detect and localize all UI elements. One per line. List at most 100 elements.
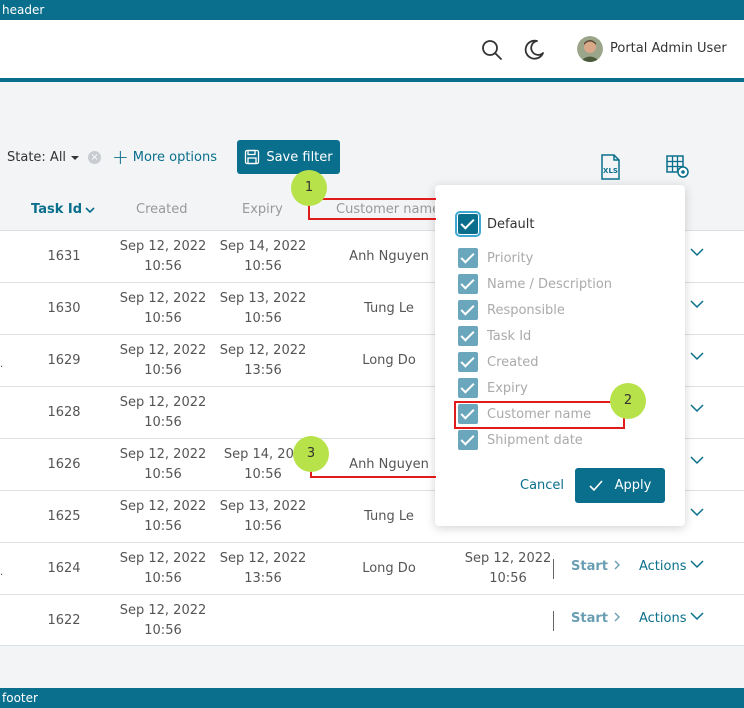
- chevron-down-icon[interactable]: [690, 401, 704, 415]
- search-icon[interactable]: [480, 38, 504, 62]
- column-option-checkbox[interactable]: [458, 300, 478, 320]
- chevron-down-icon[interactable]: [690, 505, 704, 519]
- annotation-marker-1: 1: [291, 170, 327, 206]
- expiry-cell: Sep 13, 2022 10:56: [213, 497, 313, 537]
- annotation-marker-3: 3: [293, 436, 329, 472]
- expiry-date: Sep 12, 2022: [219, 551, 307, 566]
- expiry-time: 13:56: [244, 363, 282, 378]
- plus-icon: +: [112, 145, 129, 169]
- created-date: Sep 12, 2022: [119, 291, 207, 306]
- apply-button[interactable]: Apply: [575, 468, 665, 503]
- column-option-checkbox[interactable]: [458, 248, 478, 268]
- actions-dropdown[interactable]: Actions: [639, 611, 687, 626]
- expiry-time: 10:56: [244, 311, 282, 326]
- chevron-down-icon[interactable]: [690, 245, 704, 259]
- apply-label: Apply: [614, 478, 652, 493]
- table-row[interactable]: . 1624 Sep 12, 2022 10:56 Sep 12, 2022 13:56 L…: [0, 542, 744, 594]
- annotation-box-customer-header: [308, 198, 436, 220]
- expiry-time: 10:56: [244, 259, 282, 274]
- task-id-cell: 1631: [47, 249, 81, 264]
- cancel-button[interactable]: Cancel: [520, 478, 564, 493]
- column-option-checkbox[interactable]: [458, 326, 478, 346]
- sort-chevron-down-icon: [85, 206, 95, 213]
- caret-down-icon: [71, 155, 80, 160]
- column-created[interactable]: Created: [136, 202, 187, 217]
- column-option-label: Task Id: [487, 328, 532, 344]
- export-xls-icon[interactable]: XLS: [597, 154, 623, 180]
- chevron-down-icon[interactable]: [690, 609, 704, 623]
- column-option[interactable]: Priority: [458, 248, 533, 268]
- default-checkbox[interactable]: [455, 211, 481, 237]
- created-time: 10:56: [144, 311, 182, 326]
- shipment-time: 10:56: [489, 571, 527, 586]
- customer-cell: Tung Le: [364, 509, 414, 524]
- column-option-label: Responsible: [487, 302, 565, 318]
- clear-filter-icon[interactable]: ×: [88, 151, 102, 164]
- created-date: Sep 12, 2022: [119, 343, 207, 358]
- column-option[interactable]: Task Id: [458, 326, 531, 346]
- default-option-label: Default: [487, 216, 535, 232]
- column-option[interactable]: Shipment date: [458, 430, 583, 450]
- created-cell: Sep 12, 2022 10:56: [113, 289, 213, 329]
- header-band: header: [0, 0, 744, 20]
- column-option[interactable]: Name / Description: [458, 274, 612, 294]
- save-filter-label: Save filter: [266, 149, 333, 165]
- expiry-cell: Sep 12, 2022 13:56: [213, 549, 313, 589]
- table-row[interactable]: 1622 Sep 12, 2022 10:56 Start Actions: [0, 594, 744, 646]
- column-expiry[interactable]: Expiry: [242, 202, 283, 217]
- chevron-right-icon: [614, 612, 620, 622]
- app-bar-accent-line: [0, 78, 744, 82]
- expiry-date: Sep 13, 2022: [219, 291, 307, 306]
- created-date: Sep 12, 2022: [119, 551, 207, 566]
- state-filter[interactable]: State: All ×: [7, 150, 102, 165]
- user-name[interactable]: Portal Admin User: [610, 41, 727, 56]
- column-option-label: Name / Description: [487, 276, 613, 292]
- expiry-cell: Sep 12, 2022 13:56: [213, 341, 313, 381]
- start-button[interactable]: Start: [571, 611, 621, 626]
- customer-cell: Tung Le: [364, 301, 414, 316]
- chevron-down-icon[interactable]: [690, 453, 704, 467]
- save-filter-button[interactable]: Save filter: [237, 140, 340, 174]
- more-options-button[interactable]: + More options: [112, 145, 217, 169]
- created-date: Sep 12, 2022: [119, 603, 207, 618]
- customer-cell: Long Do: [362, 353, 416, 368]
- column-option[interactable]: Created: [458, 352, 538, 372]
- created-time: 10:56: [144, 363, 182, 378]
- chevron-down-icon[interactable]: [690, 349, 704, 363]
- dark-mode-moon-icon[interactable]: [522, 38, 546, 62]
- start-label: Start: [571, 611, 608, 626]
- column-option-label: Expiry: [487, 380, 528, 396]
- expiry-date: Sep 14, 2022: [219, 239, 307, 254]
- row-edge-mark: .: [0, 359, 4, 370]
- chevron-down-icon[interactable]: [690, 557, 704, 571]
- default-option[interactable]: Default: [455, 211, 535, 237]
- task-id-cell: 1622: [47, 613, 81, 628]
- actions-dropdown[interactable]: Actions: [639, 559, 687, 574]
- created-date: Sep 12, 2022: [119, 395, 207, 410]
- column-task-id[interactable]: Task Id: [31, 202, 96, 217]
- column-option[interactable]: Expiry: [458, 378, 528, 398]
- column-separator: [553, 611, 554, 631]
- created-cell: Sep 12, 2022 10:56: [113, 393, 213, 433]
- task-id-cell: 1628: [47, 405, 81, 420]
- check-icon: [589, 479, 603, 491]
- created-cell: Sep 12, 2022 10:56: [113, 237, 213, 277]
- table-settings-icon[interactable]: [665, 154, 691, 180]
- created-cell: Sep 12, 2022 10:56: [113, 601, 213, 641]
- avatar[interactable]: [577, 36, 603, 62]
- column-option-checkbox[interactable]: [458, 274, 478, 294]
- expiry-date: Sep 12, 2022: [219, 343, 307, 358]
- expiry-cell: Sep 13, 2022 10:56: [213, 289, 313, 329]
- annotation-box-customer-option: [454, 401, 625, 429]
- column-option-checkbox[interactable]: [458, 378, 478, 398]
- column-option-checkbox[interactable]: [458, 352, 478, 372]
- column-option-checkbox[interactable]: [458, 430, 478, 450]
- start-button[interactable]: Start: [571, 559, 621, 574]
- annotation-marker-2: 2: [610, 383, 646, 419]
- column-option[interactable]: Responsible: [458, 300, 565, 320]
- chevron-down-icon[interactable]: [690, 297, 704, 311]
- task-id-cell: 1626: [47, 457, 81, 472]
- footer-band: footer: [0, 688, 744, 708]
- created-cell: Sep 12, 2022 10:56: [113, 497, 213, 537]
- created-cell: Sep 12, 2022 10:56: [113, 549, 213, 589]
